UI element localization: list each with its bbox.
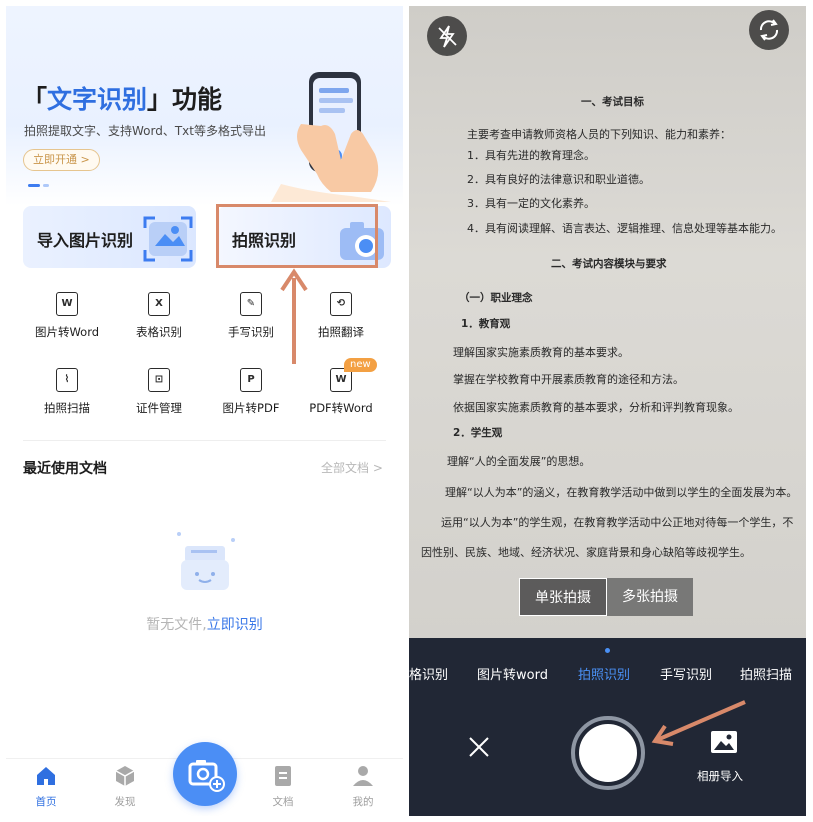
id-card-icon: ⊡	[148, 368, 170, 392]
tab-label: 文档	[272, 796, 294, 808]
user-icon	[353, 766, 373, 786]
tab-label: 发现	[114, 796, 136, 808]
tool-table-doc[interactable]: X 表格识别	[114, 292, 204, 340]
document-line: 二、考试内容模块与要求	[551, 258, 667, 270]
tab-home[interactable]: 首页	[16, 764, 76, 809]
banner-subtitle: 拍照提取文字、支持Word、Txt等多格式导出	[24, 124, 266, 138]
document-line: 主要考查申请教师资格人员的下列知识、能力和素养：	[467, 128, 731, 141]
section-divider	[23, 440, 386, 441]
mode-tab[interactable]: 拍照扫描	[740, 664, 792, 683]
word-doc-icon: W	[56, 292, 78, 316]
camera-fab-button[interactable]	[173, 742, 237, 806]
photo-recognition-highlight-box	[216, 204, 378, 268]
all-docs-link[interactable]: 全部文档 >	[321, 459, 383, 476]
document-line: 运用“以人为本”的学生观，在教育教学活动中公正地对待每一个学生，不	[441, 516, 794, 529]
tool-word-doc[interactable]: W 图片转Word	[22, 292, 112, 340]
tool-pdf-doc[interactable]: P 图片转PDF	[206, 368, 296, 416]
single-shot-mode[interactable]: 单张拍摄	[519, 578, 607, 616]
promo-banner[interactable]: 「文字识别」功能 拍照提取文字、支持Word、Txt等多格式导出 立即开通 >	[6, 6, 403, 206]
document-line: 理解“以人为本”的涵义，在教育教学活动中做到以学生的全面发展为本。	[445, 486, 798, 499]
album-import-button[interactable]: 相册导入	[697, 768, 743, 784]
document-line: 理解“人的全面发展”的思想。	[447, 455, 591, 468]
home-icon	[37, 767, 55, 785]
flash-off-button[interactable]	[427, 16, 467, 56]
empty-folder-illustration	[177, 532, 235, 590]
image-scan-icon	[143, 216, 193, 262]
document-line: 理解国家实施素质教育的基本要求。	[453, 346, 629, 359]
document-icon	[275, 766, 291, 786]
phone-hand-illustration	[271, 72, 391, 202]
table-doc-icon: X	[148, 292, 170, 316]
document-line: 因性别、民族、地域、经济状况、家庭背景和身心缺陷等歧视学生。	[421, 546, 751, 559]
switch-camera-button[interactable]	[749, 10, 789, 50]
tool-label: 图片转Word	[34, 325, 100, 339]
open-now-button[interactable]: 立即开通 >	[23, 149, 100, 171]
shutter-button[interactable]	[579, 724, 637, 782]
feather-pen-icon: ✎	[240, 292, 262, 316]
tool-label: 图片转PDF	[222, 401, 280, 415]
document-line: 2．具有良好的法律意识和职业道德。	[467, 173, 650, 186]
tool-id-card[interactable]: ⊡ 证件管理	[114, 368, 204, 416]
document-line: （一）职业理念	[459, 292, 533, 304]
tab-document[interactable]: 文档	[253, 764, 313, 809]
tool-pdf-word[interactable]: W PDF转Word	[296, 368, 386, 416]
scan-chart-icon: ⌇	[56, 368, 78, 392]
banner-pager-dots	[28, 184, 52, 203]
document-line: 3．具有一定的文化素养。	[467, 197, 595, 210]
annotation-arrow	[651, 700, 746, 746]
tab-cube[interactable]: 发现	[95, 764, 155, 809]
document-line: 一、考试目标	[581, 96, 644, 108]
mode-tab[interactable]: 拍照识别	[578, 664, 630, 683]
camera-controls: 格识别 图片转word 拍照识别 手写识别 拍照扫描 相册导入	[409, 638, 806, 816]
recent-docs-title: 最近使用文档	[23, 461, 107, 477]
document-line: 掌握在学校教育中开展素质教育的途径和方法。	[453, 373, 684, 386]
document-line: 4．具有阅读理解、语言表达、逻辑推理、信息处理等基本能力。	[467, 222, 782, 235]
mode-tab[interactable]: 手写识别	[660, 664, 712, 683]
camera-add-icon	[188, 760, 225, 792]
home-screen: 「文字识别」功能 拍照提取文字、支持Word、Txt等多格式导出 立即开通 > …	[6, 6, 403, 816]
pdf-doc-icon: P	[240, 368, 262, 392]
translate-icon: ⟲	[330, 292, 352, 316]
tab-label: 首页	[35, 796, 57, 808]
tool-label: PDF转Word	[309, 401, 373, 415]
tool-label: 证件管理	[136, 401, 182, 415]
import-image-recognition-card[interactable]: 导入图片识别	[23, 206, 196, 268]
capture-mode-toggle: 单张拍摄 多张拍摄	[519, 578, 693, 616]
flash-off-icon	[438, 25, 457, 48]
mode-tab[interactable]: 格识别	[409, 664, 448, 683]
import-image-label: 导入图片识别	[37, 231, 134, 250]
camera-screen: 一、考试目标主要考查申请教师资格人员的下列知识、能力和素养： 1．具有先进的教育理…	[409, 6, 806, 816]
close-button[interactable]	[467, 735, 491, 765]
tab-user[interactable]: 我的	[333, 764, 393, 809]
tool-scan-chart[interactable]: ⌇ 拍照扫描	[22, 368, 112, 416]
recognize-now-link[interactable]: 立即识别	[207, 617, 263, 633]
camera-preview: 一、考试目标主要考查申请教师资格人员的下列知识、能力和素养： 1．具有先进的教育理…	[409, 6, 806, 638]
multi-shot-mode[interactable]: 多张拍摄	[607, 578, 693, 616]
close-icon	[469, 737, 489, 757]
annotation-up-arrow	[280, 268, 308, 364]
active-mode-dot	[605, 648, 610, 653]
banner-title: 「文字识别」功能	[22, 85, 223, 114]
document-line: 依据国家实施素质教育的基本要求，分析和评判教育现象。	[453, 401, 739, 414]
mode-tab[interactable]: 图片转word	[477, 664, 548, 683]
tab-label: 我的	[352, 796, 374, 808]
cube-icon	[115, 766, 135, 786]
document-line: 2．学生观	[453, 427, 503, 439]
document-line: 1．具有先进的教育理念。	[467, 149, 595, 162]
new-badge: new	[344, 358, 377, 372]
tool-label: 拍照扫描	[44, 401, 90, 415]
switch-camera-icon	[759, 19, 779, 41]
empty-state-text: 暂无文件,立即识别	[146, 617, 263, 633]
document-line: 1．教育观	[461, 318, 511, 330]
tool-label: 表格识别	[136, 325, 182, 339]
